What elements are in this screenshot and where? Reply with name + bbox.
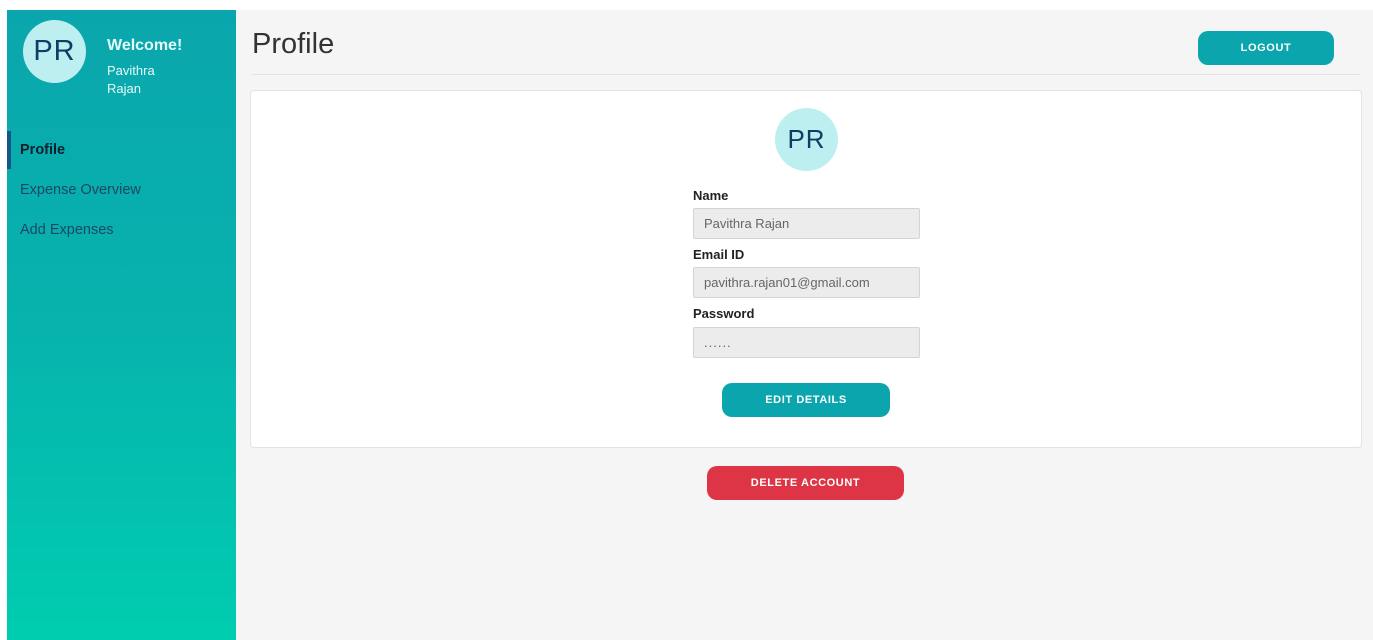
sidebar-item-add-expenses[interactable]: Add Expenses bbox=[7, 211, 236, 249]
name-label: Name bbox=[693, 188, 729, 203]
email-label: Email ID bbox=[693, 247, 745, 262]
profile-card: PR Name Email ID Password EDIT DETAILS bbox=[250, 90, 1362, 448]
page-title: Profile bbox=[252, 28, 335, 60]
delete-account-button[interactable]: DELETE ACCOUNT bbox=[707, 466, 904, 500]
sidebar-item-profile[interactable]: Profile bbox=[7, 131, 236, 169]
name-field[interactable] bbox=[693, 208, 920, 239]
welcome-text: Welcome! bbox=[107, 37, 183, 54]
avatar: PR bbox=[23, 20, 86, 83]
header-divider bbox=[252, 74, 1360, 75]
sidebar: PR Welcome! Pavithra Rajan Profile Expen… bbox=[7, 10, 236, 640]
password-label: Password bbox=[693, 306, 755, 321]
profile-avatar: PR bbox=[775, 108, 838, 171]
logout-button[interactable]: LOGOUT bbox=[1198, 31, 1334, 65]
sidebar-item-expense-overview[interactable]: Expense Overview bbox=[7, 171, 236, 209]
email-field[interactable] bbox=[693, 267, 920, 298]
sidebar-nav: Profile Expense Overview Add Expenses bbox=[7, 131, 236, 251]
password-field[interactable] bbox=[693, 327, 920, 358]
edit-details-button[interactable]: EDIT DETAILS bbox=[722, 383, 890, 417]
user-name: Pavithra Rajan bbox=[107, 63, 155, 96]
app-window: PR Welcome! Pavithra Rajan Profile Expen… bbox=[7, 10, 1373, 640]
